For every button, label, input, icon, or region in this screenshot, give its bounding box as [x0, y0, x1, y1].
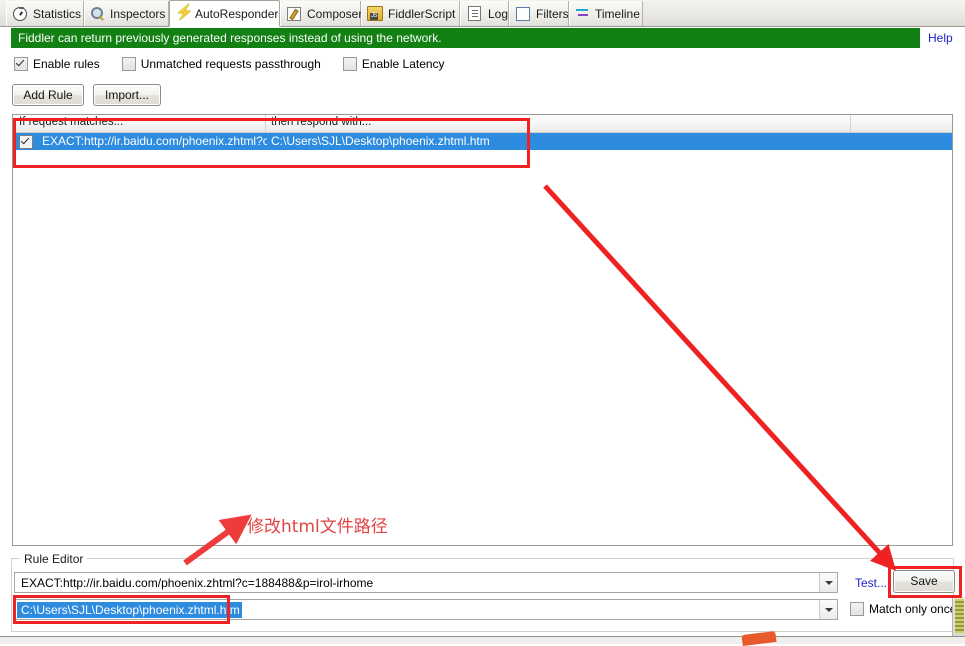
tab-log[interactable]: Log	[460, 1, 509, 26]
tab-autoresponder[interactable]: AutoResponder	[169, 0, 280, 27]
tab-statistics[interactable]: Statistics	[6, 1, 84, 26]
checkbox-enable-rules[interactable]: Enable rules	[14, 57, 100, 71]
tab-label: Composer	[307, 6, 363, 21]
autoresponder-options: Enable rules Unmatched requests passthro…	[14, 55, 467, 73]
checkbox-enable-latency[interactable]: Enable Latency	[342, 57, 445, 71]
tab-label: Timeline	[595, 6, 640, 21]
checkbox-label: Unmatched requests passthrough	[140, 57, 321, 71]
rule-editor-legend: Rule Editor	[20, 552, 88, 566]
column-header-match[interactable]: If request matches...	[19, 116, 123, 128]
checkbox-box[interactable]	[342, 57, 357, 71]
table-row[interactable]: EXACT:http://ir.baidu.com/phoenix.zhtml?…	[13, 133, 952, 150]
column-header-respond[interactable]: then respond with...	[271, 116, 371, 128]
main-tab-strip: Statistics Inspectors AutoResponder Comp…	[0, 0, 965, 27]
tab-label: FiddlerScript	[388, 6, 456, 21]
tab-timeline[interactable]: Timeline	[569, 1, 643, 26]
annotation-note: 修改html文件路径	[247, 517, 388, 537]
tab-label: Inspectors	[110, 6, 166, 21]
column-divider[interactable]	[265, 115, 266, 132]
tab-composer[interactable]: Composer	[280, 1, 363, 26]
lightning-bolt-icon	[175, 3, 194, 21]
checkbox-match-only-once[interactable]: Match only once	[850, 602, 956, 616]
rule-respond-text: C:\Users\SJL\Desktop\phoenix.zhtml.htm	[271, 134, 490, 148]
tab-fiddlerscript[interactable]: FiddlerScript	[361, 1, 460, 26]
magnifier-icon	[90, 6, 105, 21]
chevron-down-icon[interactable]	[819, 573, 837, 592]
tab-label: Statistics	[33, 6, 82, 21]
checkbox-unmatched-passthrough[interactable]: Unmatched requests passthrough	[121, 57, 321, 71]
filter-box-icon	[516, 6, 530, 21]
tab-filters[interactable]: Filters	[509, 1, 569, 26]
match-rule-combo[interactable]: EXACT:http://ir.baidu.com/phoenix.zhtml?…	[14, 572, 838, 593]
checkbox-label: Enable Latency	[361, 57, 445, 71]
respond-path-combo[interactable]: C:\Users\SJL\Desktop\phoenix.zhtml.htm	[14, 599, 838, 620]
rule-list-header: If request matches... then respond with.…	[13, 115, 952, 133]
window-right-edge-strip	[952, 597, 965, 637]
help-link[interactable]: Help	[928, 31, 953, 45]
respond-path-value[interactable]: C:\Users\SJL\Desktop\phoenix.zhtml.htm	[17, 601, 242, 618]
checkbox-label: Enable rules	[33, 57, 100, 71]
checkbox-box[interactable]	[14, 57, 28, 71]
tab-label: AutoResponder	[195, 6, 279, 21]
add-rule-button[interactable]: Add Rule	[12, 84, 84, 106]
tab-label: Log	[488, 6, 509, 21]
document-icon	[468, 6, 481, 21]
rule-editor-group	[11, 558, 954, 632]
tab-inspectors[interactable]: Inspectors	[84, 1, 169, 26]
rule-match-text: EXACT:http://ir.baidu.com/phoenix.zhtml?…	[42, 134, 267, 148]
chevron-down-icon[interactable]	[819, 600, 837, 619]
save-button[interactable]: Save	[893, 570, 955, 593]
import-button[interactable]: Import...	[93, 84, 161, 106]
tab-label: Filters	[536, 6, 569, 21]
rule-list[interactable]: If request matches... then respond with.…	[12, 114, 953, 546]
rule-enabled-checkbox[interactable]	[19, 134, 33, 149]
info-banner: Fiddler can return previously generated …	[11, 28, 920, 48]
match-rule-value: EXACT:http://ir.baidu.com/phoenix.zhtml?…	[21, 575, 374, 590]
compose-pencil-icon	[287, 6, 301, 21]
stopwatch-icon	[13, 6, 27, 21]
script-js-icon	[367, 6, 383, 21]
checkbox-box[interactable]	[121, 57, 136, 71]
info-banner-text: Fiddler can return previously generated …	[18, 31, 442, 45]
window-bottom-edge	[0, 636, 965, 644]
checkbox-box[interactable]	[850, 602, 864, 616]
checkbox-label: Match only once	[869, 602, 957, 616]
timeline-bars-icon	[575, 6, 590, 21]
column-divider[interactable]	[850, 115, 851, 132]
test-link[interactable]: Test...	[855, 576, 887, 590]
